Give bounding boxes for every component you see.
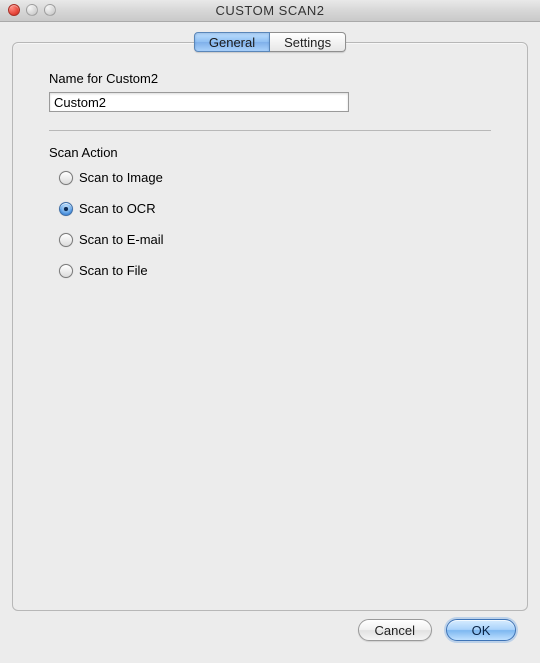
- minimize-icon[interactable]: [26, 4, 38, 16]
- window: CUSTOM SCAN2 General Settings Name for C…: [0, 0, 540, 663]
- scan-action-label: Scan Action: [49, 145, 491, 160]
- radio-icon: [59, 202, 73, 216]
- ok-button[interactable]: OK: [446, 619, 516, 641]
- divider: [49, 130, 491, 131]
- cancel-button[interactable]: Cancel: [358, 619, 432, 641]
- radio-scan-to-file[interactable]: Scan to File: [59, 263, 491, 278]
- radio-label: Scan to File: [79, 263, 148, 278]
- traffic-lights: [8, 4, 56, 16]
- titlebar: CUSTOM SCAN2: [0, 0, 540, 22]
- general-panel: Name for Custom2 Scan Action Scan to Ima…: [12, 42, 528, 611]
- scan-action-group: Scan to Image Scan to OCR Scan to E-mail…: [49, 170, 491, 278]
- radio-label: Scan to OCR: [79, 201, 156, 216]
- radio-label: Scan to E-mail: [79, 232, 164, 247]
- radio-label: Scan to Image: [79, 170, 163, 185]
- radio-scan-to-email[interactable]: Scan to E-mail: [59, 232, 491, 247]
- tab-settings[interactable]: Settings: [270, 32, 346, 52]
- name-input[interactable]: [49, 92, 349, 112]
- zoom-icon[interactable]: [44, 4, 56, 16]
- segmented-control: General Settings: [194, 32, 346, 52]
- close-icon[interactable]: [8, 4, 20, 16]
- radio-icon: [59, 171, 73, 185]
- tab-bar: General Settings: [12, 32, 528, 52]
- tab-general[interactable]: General: [194, 32, 270, 52]
- radio-icon: [59, 264, 73, 278]
- footer: Cancel OK: [12, 611, 528, 653]
- radio-scan-to-image[interactable]: Scan to Image: [59, 170, 491, 185]
- window-body: General Settings Name for Custom2 Scan A…: [0, 22, 540, 663]
- radio-icon: [59, 233, 73, 247]
- radio-scan-to-ocr[interactable]: Scan to OCR: [59, 201, 491, 216]
- window-title: CUSTOM SCAN2: [0, 3, 540, 18]
- name-label: Name for Custom2: [49, 71, 491, 86]
